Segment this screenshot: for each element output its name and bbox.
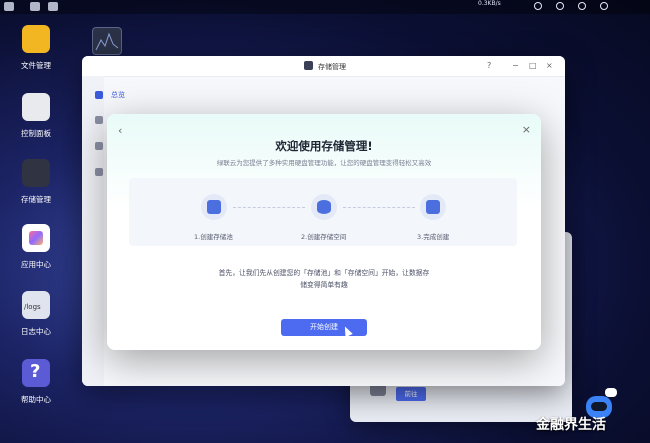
user-icon[interactable] xyxy=(578,2,586,10)
description-line: 储变得简单有趣 xyxy=(300,281,348,289)
step-label-2: 2.创建存储空间 xyxy=(301,233,347,241)
dialog-subtitle: 绿联云为您提供了多种实用硬盘管理功能，让您的硬盘管理变得轻松又高效 xyxy=(216,159,432,167)
back-button[interactable]: ‹ xyxy=(118,125,122,136)
maximize-button[interactable]: □ xyxy=(529,61,537,70)
step-connector xyxy=(233,207,305,208)
step-connector xyxy=(343,207,415,208)
notification-icon[interactable] xyxy=(556,2,564,10)
steps-panel: 1.创建存储池 2.创建存储空间 3.完成创建 xyxy=(129,178,517,246)
app-center-icon xyxy=(22,224,50,252)
desktop-label: 文件管理 xyxy=(21,61,51,70)
go-button[interactable]: 前往 xyxy=(396,387,426,401)
complete-step-icon xyxy=(420,194,446,220)
dialog-description: 首先，让我们先从创建您的「存储池」和「存储空间」开始，让数据存 储变得简单有趣 xyxy=(107,267,541,291)
watermark: 金融界生活 xyxy=(536,417,606,433)
help-icon: ? xyxy=(22,359,50,387)
window-title: 存储管理 xyxy=(318,63,346,71)
window-titlebar[interactable]: 存储管理 ? − □ × xyxy=(82,56,565,77)
overview-icon[interactable] xyxy=(95,91,103,99)
desktop-label: 存储管理 xyxy=(21,195,51,204)
desktop-icon-storage-manager[interactable]: 存储管理 xyxy=(12,159,60,205)
start-create-button[interactable]: 开始创建 xyxy=(281,319,367,336)
logs-icon: /logs xyxy=(22,291,50,319)
storage-nav-icon[interactable] xyxy=(95,116,103,124)
disk-nav-icon[interactable] xyxy=(95,142,103,150)
desktop-icon-control-panel[interactable]: 控制面板 xyxy=(12,93,60,139)
step-label-1: 1.创建存储池 xyxy=(194,233,233,241)
help-button[interactable]: ? xyxy=(487,61,491,70)
desktop-icon-log-center[interactable]: /logs 日志中心 xyxy=(12,291,60,337)
taskbar-storage-icon[interactable] xyxy=(48,2,58,11)
settings-icon[interactable] xyxy=(600,2,608,10)
help-glyph: ? xyxy=(30,361,41,382)
network-speed: 0.3KB/s xyxy=(478,0,501,7)
control-panel-icon xyxy=(22,93,50,121)
top-taskbar: 0.3KB/s xyxy=(0,0,650,14)
dialog-close-button[interactable]: × xyxy=(522,124,531,135)
desktop-label: 控制面板 xyxy=(21,129,51,138)
sidebar xyxy=(82,76,104,386)
step-label-3: 3.完成创建 xyxy=(417,233,450,241)
chart-thumbnail-icon xyxy=(95,32,119,51)
widget-thumbnail[interactable] xyxy=(92,27,122,55)
storage-pool-step-icon xyxy=(201,194,227,220)
storage-icon xyxy=(22,159,50,187)
desktop-label: 帮助中心 xyxy=(21,395,51,404)
desktop-icon-help-center[interactable]: ? 帮助中心 xyxy=(12,359,60,405)
storage-app-icon xyxy=(304,61,313,70)
close-button[interactable]: × xyxy=(546,61,553,70)
description-line: 首先，让我们先从创建您的「存储池」和「存储空间」开始，让数据存 xyxy=(218,269,430,277)
nav-overview-label[interactable]: 总览 xyxy=(111,90,125,100)
folder-icon xyxy=(22,25,50,53)
desktop-label: 应用中心 xyxy=(21,260,51,269)
desktop-label: 日志中心 xyxy=(21,327,51,336)
desktop-icon-app-center[interactable]: 应用中心 xyxy=(12,224,60,270)
search-icon[interactable] xyxy=(534,2,542,10)
minimize-button[interactable]: − xyxy=(512,61,519,70)
welcome-dialog: ‹ × 欢迎使用存储管理! 绿联云为您提供了多种实用硬盘管理功能，让您的硬盘管理… xyxy=(107,114,541,350)
dialog-title: 欢迎使用存储管理! xyxy=(275,139,373,153)
taskbar-grid-icon[interactable] xyxy=(30,2,40,11)
logs-glyph: /logs xyxy=(24,303,41,311)
taskbar-menu-icon[interactable] xyxy=(4,2,14,11)
tools-nav-icon[interactable] xyxy=(95,168,103,176)
desktop-icon-file-manager[interactable]: 文件管理 xyxy=(12,25,60,71)
database-step-icon xyxy=(311,194,337,220)
